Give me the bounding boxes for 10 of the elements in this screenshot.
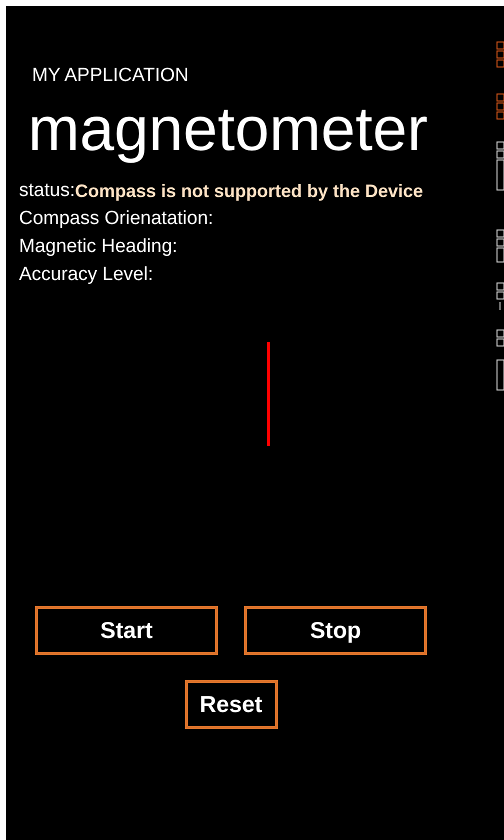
field-label: Accuracy Level: [19,262,154,286]
action-button[interactable]: Stop [244,606,427,655]
app-title: MY APPLICATION [31,64,190,88]
field-label: Compass Orienatation: [19,206,214,230]
page-title: magnetometer [27,94,428,164]
action-button[interactable]: Reset [184,680,278,729]
status-label: status: [19,178,75,202]
field-label: Magnetic Heading: [19,234,178,258]
status-message: Compass is not supported by the Device [74,180,424,203]
action-button[interactable]: Start [35,606,218,655]
